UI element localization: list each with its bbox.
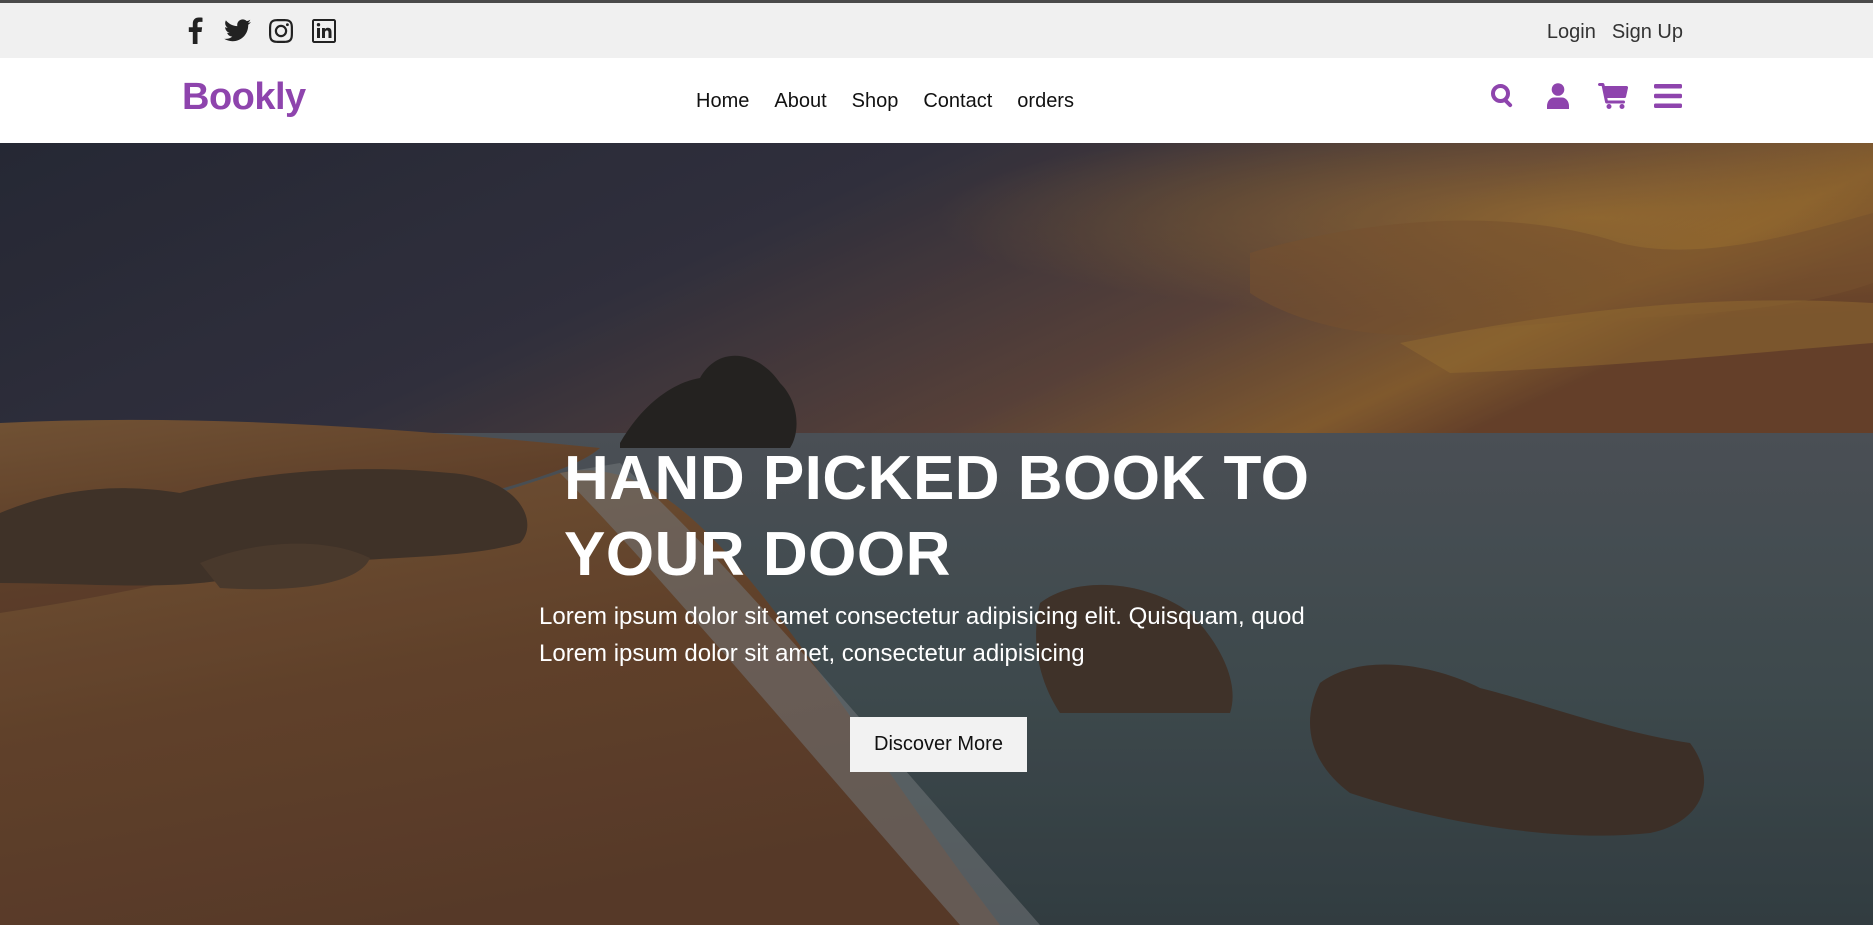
nav-orders[interactable]: orders: [1017, 90, 1074, 113]
logo[interactable]: Bookly: [182, 76, 306, 119]
header-tools: [1463, 80, 1683, 112]
auth-links: Login Sign Up: [1547, 21, 1683, 44]
main-menu: Home About Shop Contact orders: [696, 90, 1099, 113]
user-icon[interactable]: [1543, 80, 1573, 112]
hero-description: Lorem ipsum dolor sit amet consectetur a…: [539, 598, 1379, 672]
nav-shop[interactable]: Shop: [852, 90, 899, 113]
discover-more-button[interactable]: Discover More: [850, 717, 1027, 772]
facebook-icon[interactable]: [181, 17, 208, 44]
hero-title-line-1: HAND PICKED BOOK TO: [564, 444, 1310, 513]
nav-about[interactable]: About: [774, 90, 826, 113]
linkedin-icon[interactable]: [310, 17, 337, 44]
search-icon[interactable]: [1488, 80, 1518, 112]
hero-section: HAND PICKED BOOK TO YOUR DOOR Lorem ipsu…: [0, 143, 1873, 925]
top-bar: Login Sign Up: [0, 3, 1873, 58]
cart-icon[interactable]: [1598, 80, 1628, 112]
hero-title: HAND PICKED BOOK TO YOUR DOOR: [564, 441, 1324, 593]
menu-icon[interactable]: [1653, 80, 1683, 112]
social-links: [181, 17, 337, 44]
instagram-icon[interactable]: [267, 17, 294, 44]
hero-text-line-2: Lorem ipsum dolor sit amet, consectetur …: [539, 640, 1085, 667]
twitter-icon[interactable]: [224, 17, 251, 44]
login-link[interactable]: Login: [1547, 21, 1596, 44]
hero-text-line-1: Lorem ipsum dolor sit amet consectetur a…: [539, 603, 1305, 630]
nav-contact[interactable]: Contact: [923, 90, 992, 113]
main-navbar: Bookly Home About Shop Contact orders: [0, 58, 1873, 143]
nav-home[interactable]: Home: [696, 90, 749, 113]
hero-content: HAND PICKED BOOK TO YOUR DOOR Lorem ipsu…: [0, 143, 1873, 925]
signup-link[interactable]: Sign Up: [1612, 21, 1683, 44]
hero-title-line-2: YOUR DOOR: [564, 520, 951, 589]
